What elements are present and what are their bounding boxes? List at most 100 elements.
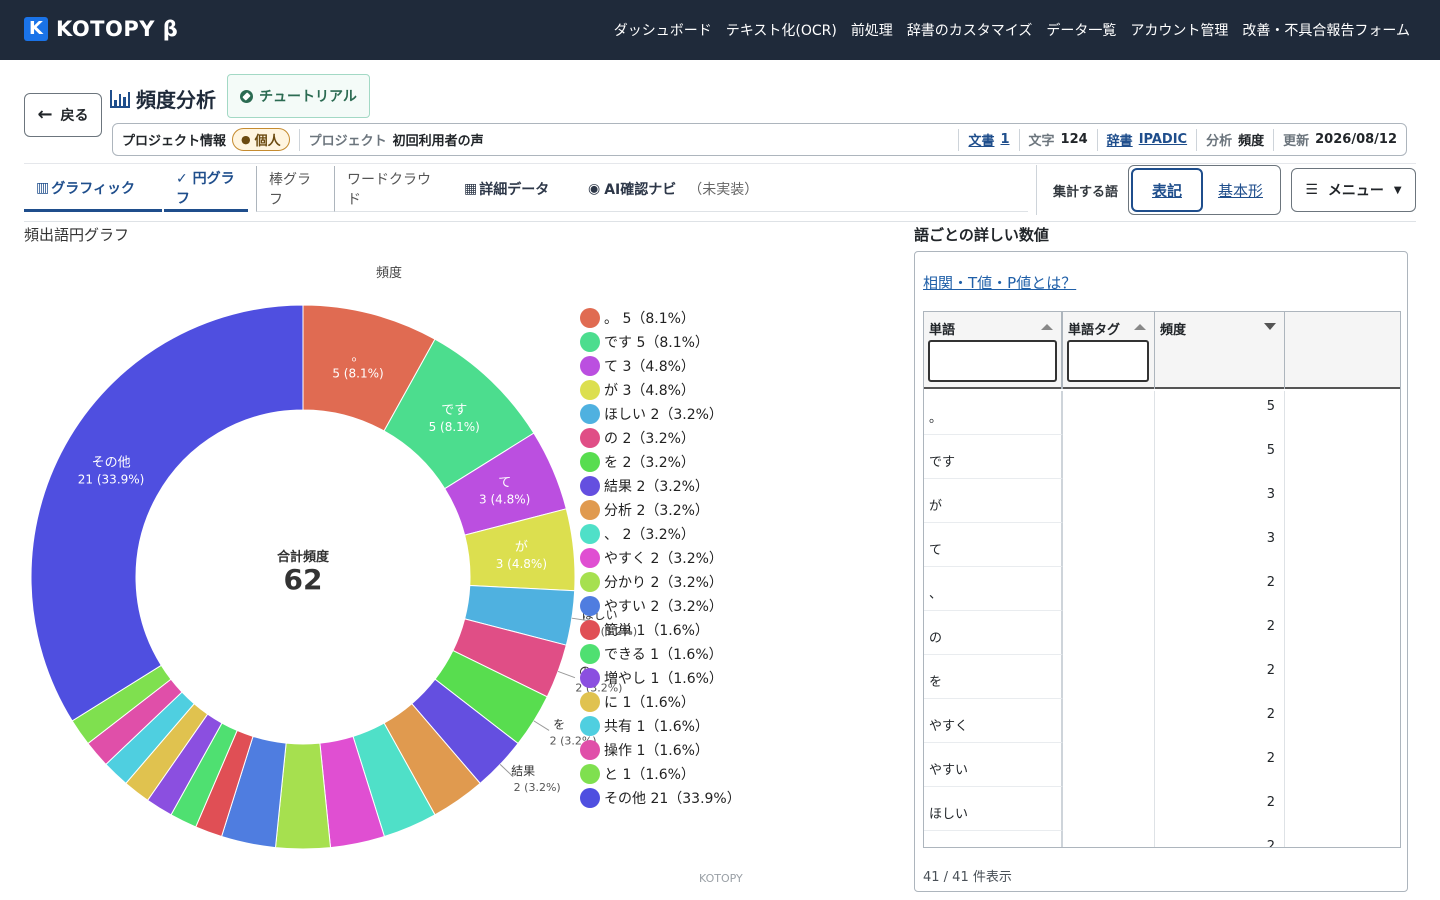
hamburger-icon: ☰: [1305, 182, 1318, 198]
table-row[interactable]: が3: [924, 479, 1400, 523]
tab-detail-data[interactable]: ▦ 詳細データ: [452, 166, 576, 212]
legend-item[interactable]: 増やし 1（1.6%）: [604, 671, 723, 687]
nav-account[interactable]: アカウント管理: [1130, 20, 1228, 40]
main-nav: ダッシュボード テキスト化(OCR) 前処理 辞書のカスタマイズ データ一覧 ア…: [614, 20, 1410, 40]
tab-pie-label: ✓ 円グラフ: [176, 170, 235, 207]
tab-pie[interactable]: ✓ 円グラフ: [164, 166, 248, 212]
sort-asc-icon[interactable]: [1041, 324, 1053, 330]
cell-word: です: [924, 435, 1063, 479]
legend-item[interactable]: 。 5（8.1%）: [604, 311, 695, 327]
legend-swatch: [580, 404, 600, 424]
updated-segment: 更新 2026/08/12: [1273, 128, 1406, 151]
column-word[interactable]: 単語: [924, 312, 1063, 389]
chart-footer: KOTOPY: [699, 872, 743, 885]
cell-tag: [1063, 391, 1155, 435]
tab-ai-navi[interactable]: ◉ AI確認ナビ （未実装）: [576, 166, 1028, 212]
owner-badge: ● 個人: [232, 128, 290, 151]
tutorial-button[interactable]: チュートリアル: [227, 74, 370, 118]
legend-item[interactable]: やすく 2（3.2%）: [604, 551, 723, 567]
nav-data-list[interactable]: データ一覧: [1046, 20, 1116, 40]
slice-label: て: [498, 475, 511, 490]
project-info-bar: プロジェクト情報 ● 個人 プロジェクト 初回利用者の声 文書 1 文字 124 …: [112, 123, 1407, 156]
legend-item[interactable]: ほしい 2（3.2%）: [604, 407, 723, 423]
chart-section-title: 頻出語円グラフ: [24, 226, 130, 244]
sort-asc-icon[interactable]: [1134, 324, 1146, 330]
legend-swatch: [580, 428, 600, 448]
cell-tag: [1063, 743, 1155, 787]
base-form-button[interactable]: 基本形: [1203, 168, 1278, 212]
table-row[interactable]: 、 2: [924, 567, 1400, 611]
view-tabs: ▥ グラフィック ✓ 円グラフ 棒グラフ ワードクラウド ▦ 詳細データ ◉ AI確認…: [24, 166, 1028, 212]
legend-item[interactable]: を 2（3.2%）: [604, 455, 695, 471]
table-row[interactable]: て3: [924, 523, 1400, 567]
chars-label: 文字: [1028, 134, 1055, 149]
nav-preprocess[interactable]: 前処理: [851, 20, 893, 40]
table-row[interactable]: 。 5: [924, 391, 1400, 435]
column-tag[interactable]: 単語タグ: [1063, 312, 1155, 389]
dict-label[interactable]: 辞書: [1107, 130, 1133, 149]
slice-label: です: [441, 403, 467, 418]
table-row[interactable]: の2: [924, 611, 1400, 655]
tab-bar[interactable]: 棒グラフ: [256, 166, 334, 212]
brand-name: KOTOPY β: [56, 17, 179, 41]
cell-tag: [1063, 567, 1155, 611]
legend-item[interactable]: 結果 2（3.2%）: [604, 479, 709, 495]
table-row[interactable]: を2: [924, 655, 1400, 699]
nav-ocr[interactable]: テキスト化(OCR): [726, 20, 837, 40]
cell-frequency: 2: [1155, 743, 1285, 787]
tab-ai-label: AI確認ナビ: [604, 181, 677, 198]
back-button[interactable]: ← 戻る: [24, 93, 102, 137]
cell-frequency: 2: [1155, 831, 1285, 847]
cell-word: やすく: [924, 699, 1063, 743]
table-row[interactable]: やすい 2: [924, 743, 1400, 787]
legend-item[interactable]: です 5（8.1%）: [604, 335, 709, 351]
legend-item[interactable]: やすい 2（3.2%）: [604, 599, 723, 615]
legend-item[interactable]: 共有 1（1.6%）: [604, 719, 709, 735]
cell-word: が: [924, 479, 1063, 523]
legend-item[interactable]: が 3（4.8%）: [604, 383, 695, 399]
table-row[interactable]: やすく 2: [924, 699, 1400, 743]
legend-item[interactable]: 操作 1（1.6%）: [604, 743, 709, 759]
legend-item[interactable]: その他 21（33.9%）: [604, 791, 740, 807]
docs-label[interactable]: 文書: [968, 130, 994, 149]
legend-item[interactable]: 分析 2（3.2%）: [604, 503, 709, 519]
legend-item[interactable]: の 2（3.2%）: [604, 431, 695, 447]
table-row[interactable]: です 5: [924, 435, 1400, 479]
brand-logo[interactable]: K KOTOPY β: [24, 17, 178, 41]
legend-item[interactable]: て 3（4.8%）: [604, 359, 695, 375]
project-name-segment: プロジェクト 初回利用者の声: [298, 128, 493, 151]
tag-filter-input[interactable]: [1067, 340, 1149, 382]
cell-tag: [1063, 831, 1155, 847]
nav-feedback-form[interactable]: 改善・不具合報告フォーム: [1242, 20, 1410, 40]
pie-slice[interactable]: [30, 304, 304, 722]
surface-form-button[interactable]: 表記: [1131, 168, 1203, 212]
table-row[interactable]: ほしい 2: [924, 787, 1400, 831]
cell-tag: [1063, 611, 1155, 655]
nav-dictionary[interactable]: 辞書のカスタマイズ: [907, 20, 1033, 40]
legend-item[interactable]: 分かり 2（3.2%）: [604, 575, 723, 591]
legend-item[interactable]: に 1（1.6%）: [604, 695, 695, 711]
nav-dashboard[interactable]: ダッシュボード: [614, 20, 712, 40]
dict-value[interactable]: IPADIC: [1139, 132, 1187, 147]
cell-frequency: 3: [1155, 523, 1285, 567]
legend-item[interactable]: 、 2（3.2%）: [604, 527, 695, 543]
docs-value[interactable]: 1: [1000, 132, 1009, 147]
word-filter-input[interactable]: [928, 340, 1057, 382]
sort-desc-icon[interactable]: [1264, 323, 1276, 330]
menu-button[interactable]: ☰ メニュー ▼: [1291, 168, 1416, 212]
legend-item[interactable]: と 1（1.6%）: [604, 767, 695, 783]
legend-swatch: [580, 572, 600, 592]
docs-segment: 文書 1: [958, 128, 1018, 151]
cell-tag: [1063, 699, 1155, 743]
legend-item[interactable]: 簡単 1（1.6%）: [604, 623, 709, 639]
table-row[interactable]: 分かり 2: [924, 831, 1400, 847]
tab-wordcloud[interactable]: ワードクラウド: [334, 166, 452, 212]
column-frequency[interactable]: 頻度: [1155, 312, 1285, 389]
legend-swatch: [580, 308, 600, 328]
legend-item[interactable]: できる 1（1.6%）: [604, 647, 723, 663]
slice-label: 結果: [511, 764, 535, 778]
cell-frequency: 3: [1155, 479, 1285, 523]
stats-help-link[interactable]: 相関・T値・P値とは？: [923, 272, 1076, 293]
updated-value: 2026/08/12: [1315, 132, 1397, 147]
tab-graphic[interactable]: ▥ グラフィック: [24, 166, 162, 212]
